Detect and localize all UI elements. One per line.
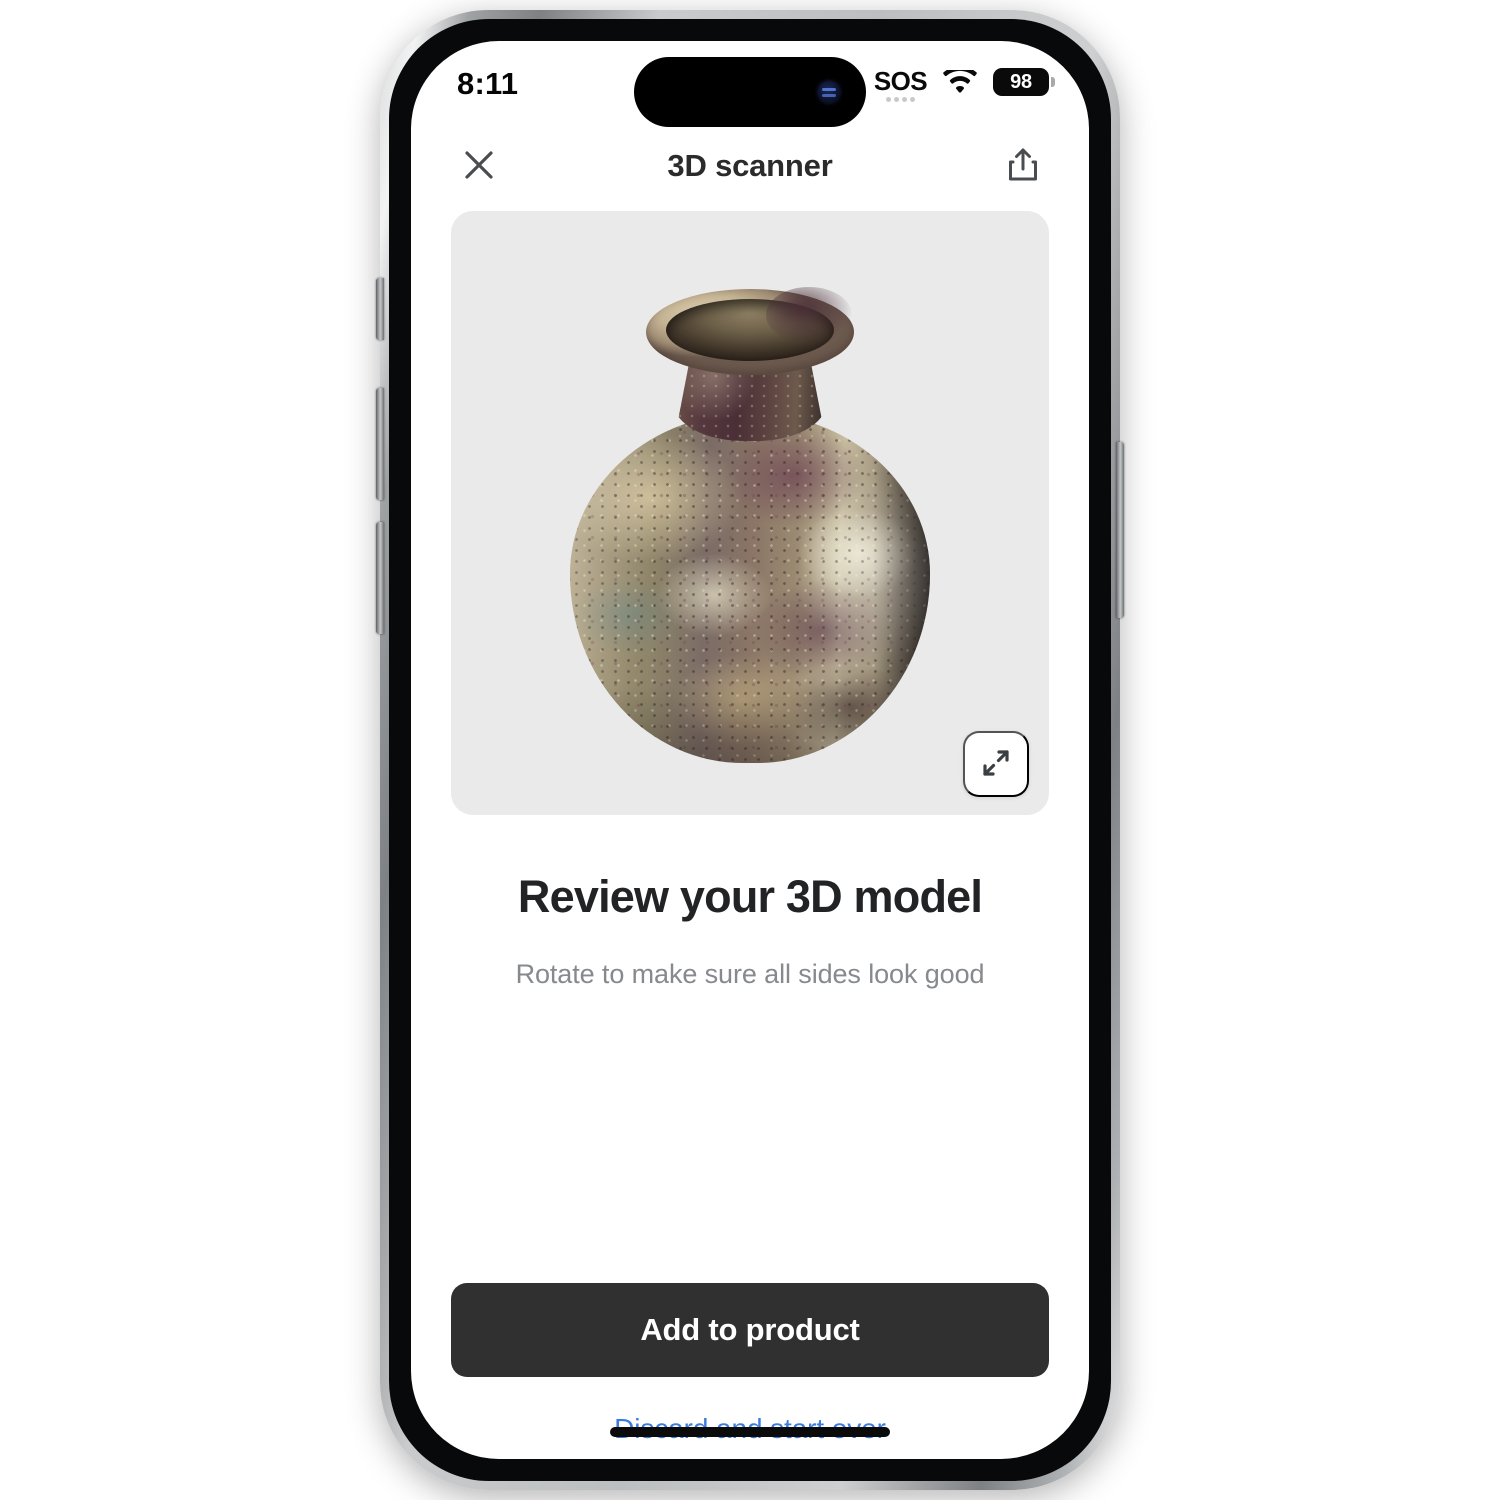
device-screen: 8:11 SOS 98 3D scanner Review your 3D mo… [411, 41, 1089, 1459]
power-button[interactable] [1116, 442, 1124, 618]
battery-percentage: 98 [1010, 70, 1032, 93]
dynamic-island [634, 57, 866, 127]
sos-indicator: SOS [873, 66, 928, 102]
vase-3d-model[interactable] [570, 263, 930, 763]
action-button[interactable] [376, 278, 384, 340]
vase-rim-splotch [766, 287, 852, 343]
close-button[interactable] [453, 140, 505, 192]
cellular-signal-dots [885, 97, 915, 102]
screenshot-stage: 8:11 SOS 98 3D scanner Review your 3D mo… [0, 0, 1500, 1500]
main-content: Review your 3D model Rotate to make sure… [411, 205, 1089, 1459]
volume-up-button[interactable] [376, 388, 384, 500]
expand-icon [979, 746, 1013, 783]
share-icon [1006, 147, 1040, 186]
close-icon [460, 146, 498, 187]
sos-label: SOS [873, 66, 928, 96]
expand-button[interactable] [963, 731, 1029, 797]
page-title: 3D scanner [667, 148, 833, 183]
status-bar-indicators: SOS 98 [873, 66, 1055, 102]
navigation-bar: 3D scanner [411, 127, 1089, 205]
volume-down-button[interactable] [376, 522, 384, 634]
vase-body [570, 413, 930, 763]
front-camera-icon [818, 81, 840, 103]
model-preview-canvas[interactable] [451, 211, 1049, 815]
iphone-device-frame: 8:11 SOS 98 3D scanner Review your 3D mo… [376, 10, 1124, 1490]
subline: Rotate to make sure all sides look good [515, 959, 985, 989]
status-bar-time: 8:11 [457, 66, 519, 101]
device-bezel: 8:11 SOS 98 3D scanner Review your 3D mo… [389, 19, 1111, 1481]
home-indicator[interactable] [610, 1427, 890, 1437]
battery-indicator: 98 [993, 68, 1055, 96]
wifi-icon [943, 66, 977, 101]
add-to-product-button[interactable]: Add to product [451, 1283, 1049, 1377]
share-button[interactable] [997, 140, 1049, 192]
headline: Review your 3D model [517, 871, 983, 922]
